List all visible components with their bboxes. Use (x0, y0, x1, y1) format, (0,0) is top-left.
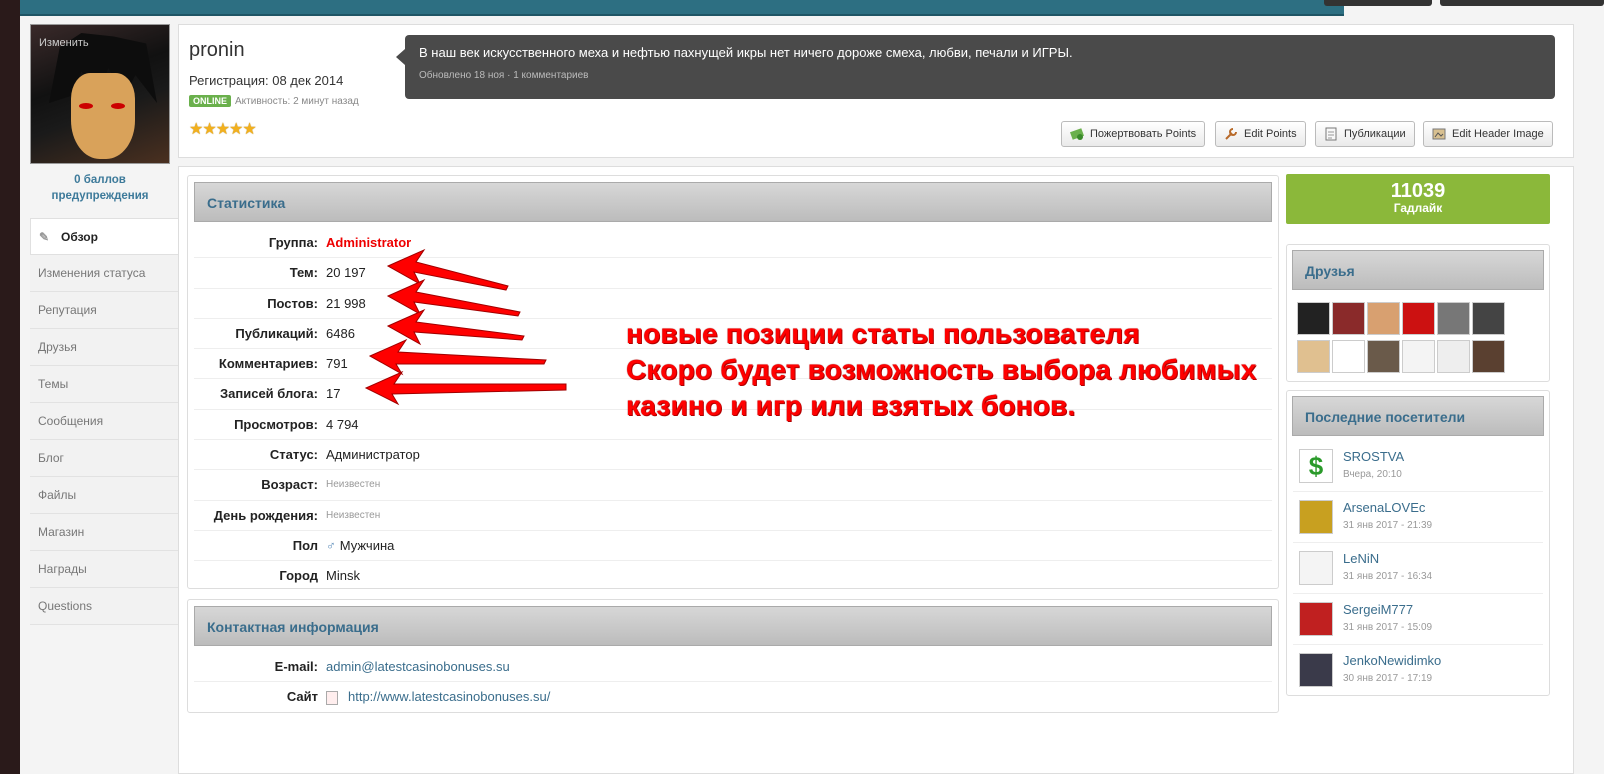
red-arrow (386, 248, 509, 291)
red-arrow (368, 338, 547, 376)
annotation-line: новые позиции статы пользователя (626, 318, 1140, 349)
red-arrow (364, 370, 567, 406)
profile-page: Изменить 0 баллов предупреждения ✎ Обзор … (20, 0, 1604, 774)
red-arrow (386, 308, 525, 346)
annotation-line: казино и игр или взятых бонов. (626, 390, 1076, 421)
annotation-text: новые позиции статы пользователя Скоро б… (626, 316, 1257, 424)
annotation-line: Скоро будет возможность выбора любимых (626, 354, 1257, 385)
